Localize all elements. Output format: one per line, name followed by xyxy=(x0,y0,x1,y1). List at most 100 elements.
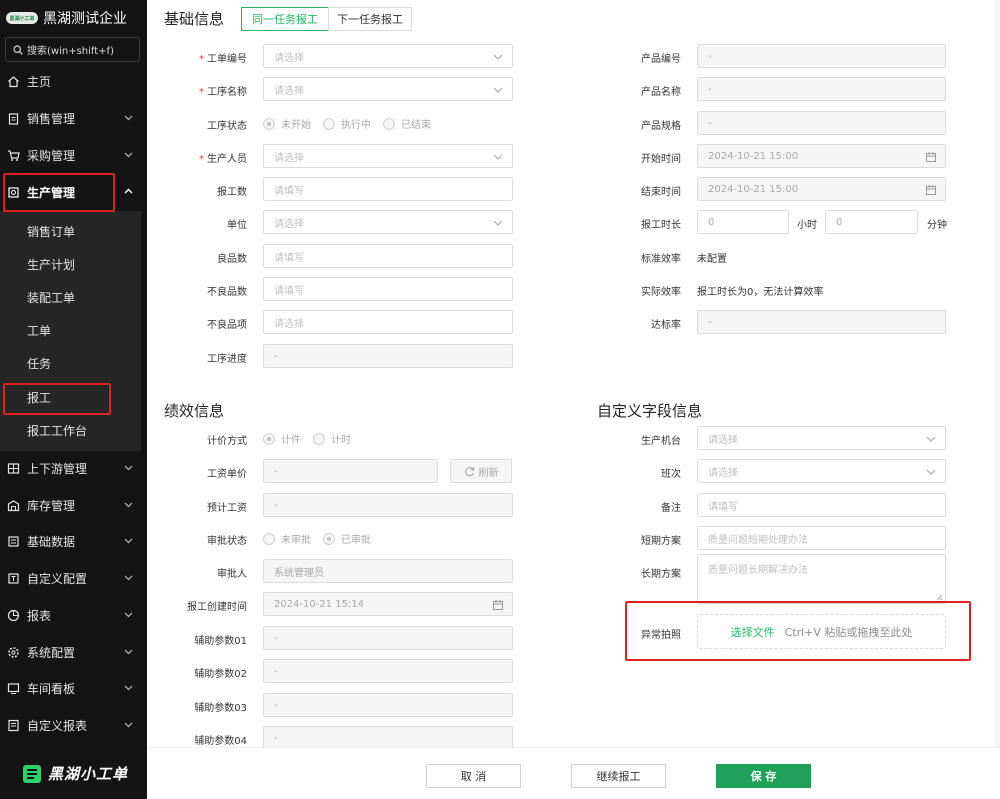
save-button[interactable]: 保 存 xyxy=(716,764,811,788)
menu-item-reports[interactable]: 报表 xyxy=(0,600,147,630)
submenu-item-assembly-order[interactable]: 装配工单 xyxy=(0,282,141,312)
created-time-field: 2024-10-21 15:14 xyxy=(263,592,513,616)
label-est-wage: 预计工资 xyxy=(207,503,247,514)
field-value: - xyxy=(708,83,712,95)
pie-chart-icon xyxy=(7,609,20,622)
radio-label: 未开始 xyxy=(281,120,311,131)
radio-approved[interactable]: 已审批 xyxy=(323,531,371,546)
placeholder: 请选择 xyxy=(274,85,304,97)
placeholder: 请填写 xyxy=(274,252,304,264)
radio-label: 计时 xyxy=(331,435,351,446)
database-icon xyxy=(7,535,20,548)
radio-in-progress[interactable]: 执行中 xyxy=(323,116,371,131)
placeholder: 请选择 xyxy=(274,52,304,64)
menu-item-workshop-board[interactable]: 车间看板 xyxy=(0,673,147,703)
duration-minutes-input[interactable]: 0 xyxy=(825,210,918,234)
tab-same-task[interactable]: 同一任务报工 xyxy=(241,7,329,31)
defect-items-select[interactable]: 请选择 xyxy=(263,310,513,334)
menu-label: 销售管理 xyxy=(27,111,76,126)
company-name: 黑湖测试企业 xyxy=(43,11,127,27)
chevron-down-icon xyxy=(124,152,133,158)
radio-not-started[interactable]: 未开始 xyxy=(263,116,311,131)
label-good-qty: 良品数 xyxy=(217,254,247,265)
submenu-item-sales-order[interactable]: 销售订单 xyxy=(0,216,141,246)
label-work-order: * 工单编号 xyxy=(147,50,247,65)
long-plan-textarea[interactable]: 质量问题长期解决办法 xyxy=(697,554,946,604)
defect-qty-input[interactable]: 请填写 xyxy=(263,277,513,301)
cancel-button[interactable]: 取 消 xyxy=(426,764,521,788)
required-mark: * xyxy=(199,54,204,65)
product-name-field: - xyxy=(697,77,946,101)
remark-input[interactable]: 请填写 xyxy=(697,493,946,517)
placeholder: 质量问题长期解决办法 xyxy=(708,565,808,576)
resize-handle-icon[interactable] xyxy=(936,594,943,601)
choose-file-link[interactable]: 选择文件 xyxy=(731,624,775,640)
menu-item-supply-chain[interactable]: 上下游管理 xyxy=(0,453,147,483)
label-long-plan: 长期方案 xyxy=(641,569,681,580)
label-machine: 生产机台 xyxy=(641,436,681,447)
label-progress: 工序进度 xyxy=(207,354,247,365)
menu-item-home[interactable]: 主页 xyxy=(0,66,147,96)
menu-item-system-config[interactable]: 系统配置 xyxy=(0,637,147,667)
submenu-item-report-workbench[interactable]: 报工工作台 xyxy=(0,415,141,445)
field-value: - xyxy=(274,632,278,644)
sidebar: 黑湖小工单 黑湖测试企业 搜索(win+shift+f) 主页 销售管理 采购管… xyxy=(0,0,147,799)
approver-field: 系统管理员 xyxy=(263,559,513,583)
menu-label: 车间看板 xyxy=(27,681,76,696)
tab-next-task[interactable]: 下一任务报工 xyxy=(328,7,412,31)
refresh-button[interactable]: 刷新 xyxy=(450,459,512,483)
menu-item-sales[interactable]: 销售管理 xyxy=(0,103,147,133)
menu-label: 自定义配置 xyxy=(27,571,88,586)
dashboard-icon xyxy=(7,682,20,695)
radio-piece[interactable]: 计件 xyxy=(263,431,301,446)
label-text: 工序名称 xyxy=(207,87,247,98)
placeholder: 请选择 xyxy=(274,318,304,330)
short-plan-input[interactable]: 质量问题短期处理办法 xyxy=(697,526,946,550)
brand[interactable]: 黑湖小工单 黑湖测试企业 xyxy=(6,8,127,28)
menu-item-production[interactable]: 生产管理 xyxy=(0,177,147,207)
machine-select[interactable]: 请选择 xyxy=(697,426,946,450)
unit-select[interactable]: 请选择 xyxy=(263,210,513,234)
submenu-item-report-work[interactable]: 报工 xyxy=(0,382,141,412)
menu-item-purchase[interactable]: 采购管理 xyxy=(0,140,147,170)
submenu-item-production-plan[interactable]: 生产计划 xyxy=(0,249,141,279)
label-product-spec: 产品规格 xyxy=(641,121,681,132)
label-pricing: 计价方式 xyxy=(207,436,247,447)
est-wage-field: - xyxy=(263,493,513,517)
operator-select[interactable]: 请选择 xyxy=(263,144,513,168)
report-qty-input[interactable]: 请填写 xyxy=(263,177,513,201)
radio-finished[interactable]: 已结束 xyxy=(383,116,431,131)
submenu-item-task[interactable]: 任务 xyxy=(0,348,141,378)
menu-item-custom-reports[interactable]: 自定义报表 xyxy=(0,710,147,740)
field-value: 系统管理员 xyxy=(274,567,324,579)
photo-upload-dropzone[interactable]: 选择文件 Ctrl+V 粘贴或拖拽至此处 xyxy=(697,614,946,649)
actual-efficiency-value: 报工时长为0，无法计算效率 xyxy=(697,287,824,298)
placeholder: 请填写 xyxy=(708,501,738,513)
start-time-picker[interactable]: 2024-10-21 15:00 xyxy=(697,144,946,168)
field-value: - xyxy=(274,732,278,744)
radio-time[interactable]: 计时 xyxy=(313,431,351,446)
end-time-picker[interactable]: 2024-10-21 15:00 xyxy=(697,177,946,201)
chevron-down-icon xyxy=(124,502,133,508)
field-value: - xyxy=(708,117,712,129)
sidebar-search[interactable]: 搜索(win+shift+f) xyxy=(5,37,140,62)
menu-item-basic-data[interactable]: 基础数据 xyxy=(0,526,147,556)
submenu-item-work-order[interactable]: 工单 xyxy=(0,315,141,345)
good-qty-input[interactable]: 请填写 xyxy=(263,244,513,268)
work-order-select[interactable]: 请选择 xyxy=(263,44,513,68)
menu-item-inventory[interactable]: 库存管理 xyxy=(0,490,147,520)
cart-icon xyxy=(7,149,20,162)
wage-price-field: - xyxy=(263,459,438,483)
continue-report-button[interactable]: 继续报工 xyxy=(571,764,666,788)
menu-item-custom-config[interactable]: 自定义配置 xyxy=(0,563,147,593)
upload-hint: Ctrl+V 粘贴或拖拽至此处 xyxy=(784,625,913,639)
label-end-time: 结束时间 xyxy=(641,187,681,198)
shift-select[interactable]: 请选择 xyxy=(697,459,946,483)
calendar-icon xyxy=(926,152,936,162)
duration-hours-input[interactable]: 0 xyxy=(697,210,789,234)
chevron-down-icon xyxy=(124,685,133,691)
minutes-unit: 分钟 xyxy=(927,220,947,231)
radio-unapproved[interactable]: 未审批 xyxy=(263,531,311,546)
scrollbar[interactable] xyxy=(994,0,1000,747)
process-name-select[interactable]: 请选择 xyxy=(263,77,513,101)
